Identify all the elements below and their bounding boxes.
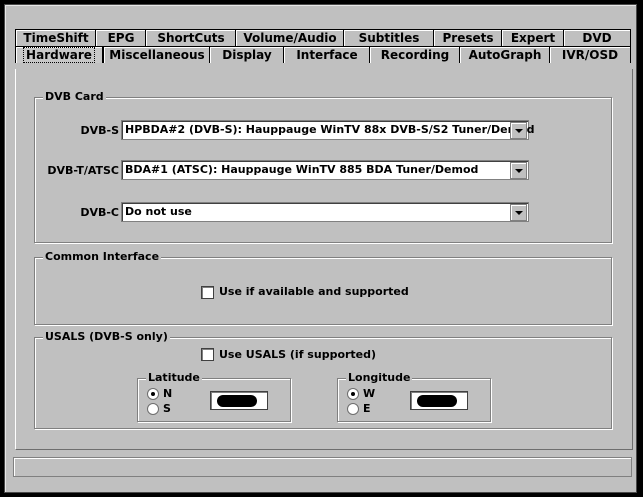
dvbs-selected-value: HPBDA#2 (DVB-S): Hauppauge WinTV 88x DVB… — [125, 123, 535, 136]
tab-interface[interactable]: Interface — [283, 46, 371, 63]
tab-label: IVR/OSD — [561, 48, 619, 62]
tab-miscellaneous[interactable]: Miscellaneous — [103, 46, 211, 63]
dvbc-selected-value: Do not use — [125, 205, 192, 218]
tab-epg[interactable]: EPG — [95, 29, 147, 46]
tab-label: Recording — [380, 48, 450, 62]
redacted-value — [217, 395, 257, 407]
hardware-page: DVB Card DVB-S HPBDA#2 (DVB-S): Hauppaug… — [15, 69, 633, 450]
longitude-group: Longitude W E — [337, 371, 491, 422]
tab-label: Subtitles — [358, 31, 420, 45]
chevron-down-icon[interactable] — [510, 162, 527, 179]
dvbc-label: DVB-C — [80, 206, 119, 219]
dvbt-label: DVB-T/ATSC — [47, 164, 119, 177]
tab-presets[interactable]: Presets — [433, 29, 503, 46]
latitude-input[interactable] — [210, 391, 268, 410]
settings-window: TimeShift EPG ShortCuts Volume/Audio Sub… — [4, 4, 637, 493]
usals-title: USALS (DVB-S only) — [43, 330, 170, 343]
latitude-group: Latitude N S — [137, 371, 291, 422]
common-interface-checkbox[interactable] — [201, 286, 214, 299]
tab-label: Expert — [510, 31, 556, 45]
longitude-w-radio[interactable] — [347, 388, 359, 400]
tab-timeshift[interactable]: TimeShift — [15, 29, 97, 46]
common-interface-group: Common Interface Use if available and su… — [34, 250, 612, 325]
tab-label: EPG — [107, 31, 135, 45]
latitude-n-radio[interactable] — [147, 388, 159, 400]
tab-expert[interactable]: Expert — [501, 29, 565, 46]
usals-checkbox[interactable] — [201, 348, 214, 361]
dvb-card-title: DVB Card — [43, 90, 106, 103]
dvbc-select[interactable]: Do not use — [121, 202, 529, 222]
dvbt-selected-value: BDA#1 (ATSC): Hauppauge WinTV 885 BDA Tu… — [125, 163, 479, 176]
chevron-down-icon[interactable] — [510, 204, 527, 221]
tab-hardware[interactable]: Hardware — [15, 46, 103, 63]
tab-autograph[interactable]: AutoGraph — [459, 46, 551, 63]
tab-label: DVD — [582, 31, 612, 45]
status-bar — [13, 457, 632, 477]
latitude-s-label: S — [163, 402, 171, 415]
tab-label: AutoGraph — [468, 48, 542, 62]
latitude-title: Latitude — [146, 371, 202, 384]
tab-label: Volume/Audio — [243, 31, 337, 45]
dvbs-select[interactable]: HPBDA#2 (DVB-S): Hauppauge WinTV 88x DVB… — [121, 120, 535, 140]
latitude-s-radio[interactable] — [147, 403, 159, 415]
latitude-n-label: N — [163, 387, 173, 400]
tab-label: Interface — [296, 48, 358, 62]
tab-subtitles[interactable]: Subtitles — [343, 29, 435, 46]
tab-volume-audio[interactable]: Volume/Audio — [235, 29, 345, 46]
usals-checkbox-label: Use USALS (if supported) — [219, 348, 377, 361]
common-interface-checkbox-label: Use if available and supported — [219, 285, 409, 298]
tab-shortcuts[interactable]: ShortCuts — [145, 29, 237, 46]
tab-label: ShortCuts — [157, 31, 225, 45]
common-interface-title: Common Interface — [43, 250, 162, 263]
longitude-e-label: E — [363, 402, 371, 415]
tab-dvd[interactable]: DVD — [563, 29, 631, 46]
tab-label: Presets — [442, 31, 494, 45]
tab-label: Miscellaneous — [109, 48, 205, 62]
tab-recording[interactable]: Recording — [369, 46, 461, 63]
tab-label: TimeShift — [23, 31, 89, 45]
tab-ivr-osd[interactable]: IVR/OSD — [549, 46, 631, 63]
tab-display[interactable]: Display — [209, 46, 285, 63]
longitude-title: Longitude — [346, 371, 413, 384]
dvbt-select[interactable]: BDA#1 (ATSC): Hauppauge WinTV 885 BDA Tu… — [121, 160, 529, 180]
tab-label: Hardware — [23, 47, 95, 63]
chevron-down-icon[interactable] — [510, 122, 527, 139]
tab-label: Display — [222, 48, 272, 62]
longitude-e-radio[interactable] — [347, 403, 359, 415]
longitude-w-label: W — [363, 387, 376, 400]
longitude-input[interactable] — [410, 391, 468, 410]
usals-group: USALS (DVB-S only) Use USALS (if support… — [34, 330, 612, 429]
dvb-card-group: DVB Card DVB-S HPBDA#2 (DVB-S): Hauppaug… — [34, 90, 612, 243]
dvbs-label: DVB-S — [80, 124, 119, 137]
redacted-value — [417, 395, 457, 407]
